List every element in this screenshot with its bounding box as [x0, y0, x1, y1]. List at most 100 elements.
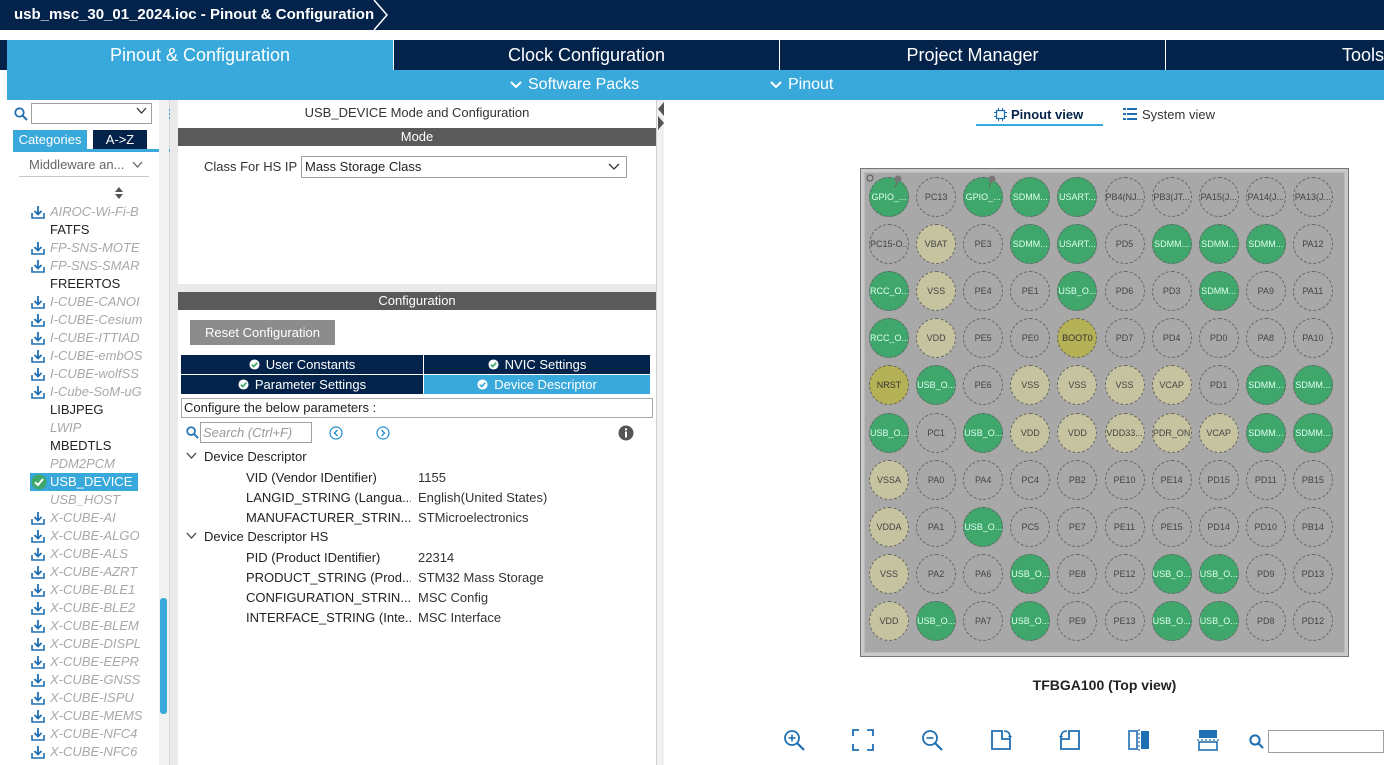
parameter-value[interactable]: MSC Interface	[418, 608, 501, 628]
pin-pe6[interactable]: PE6	[963, 365, 1004, 406]
parameter-row[interactable]: VID (Vendor IDentifier) 1155	[246, 468, 646, 488]
pin-pc5[interactable]: PC5	[1010, 506, 1051, 547]
pin-pc4[interactable]: PC4	[1010, 459, 1051, 500]
sidebar-splitter[interactable]	[170, 100, 178, 765]
pin-pa7[interactable]: PA7	[963, 600, 1004, 641]
parameter-row[interactable]: INTERFACE_STRING (Inte... MSC Interface	[246, 608, 646, 628]
parameter-group[interactable]: Device Descriptor	[204, 449, 307, 464]
pin-pe10[interactable]: PE10	[1104, 459, 1145, 500]
parameter-search-input[interactable]: Search (Ctrl+F)	[200, 422, 312, 443]
pin-pd6[interactable]: PD6	[1104, 271, 1145, 312]
flip-horizontal-icon[interactable]	[1127, 728, 1151, 752]
sidebar-item-mbedtls[interactable]: MBEDTLS	[7, 437, 157, 455]
pin-usb-o[interactable]: USB_O...	[916, 600, 957, 641]
sidebar-item-i-cube-embos[interactable]: I-CUBE-embOS	[7, 347, 157, 365]
pin-sdmm[interactable]: SDMM...	[1292, 365, 1333, 406]
sidebar-item-x-cube-nfc6[interactable]: X-CUBE-NFC6	[7, 743, 157, 761]
info-icon[interactable]	[618, 425, 634, 441]
pin-sdmm[interactable]: SDMM...	[1245, 365, 1286, 406]
pin-rcc-o[interactable]: RCC_O...	[869, 318, 909, 359]
pin-pd8[interactable]: PD8	[1245, 600, 1286, 641]
pin-nrst[interactable]: NRST	[869, 365, 909, 406]
pin-gpio[interactable]: GPIO_...	[963, 177, 1004, 217]
pinout-menu[interactable]: Pinout	[770, 70, 833, 100]
pin-pe1[interactable]: PE1	[1010, 271, 1051, 312]
pin-search-input[interactable]	[1268, 730, 1384, 753]
sidebar-item-i-cube-canoi[interactable]: I-CUBE-CANOI	[7, 293, 157, 311]
sidebar-item-i-cube-som-ug[interactable]: I-Cube-SoM-uG	[7, 383, 157, 401]
zoom-in-icon[interactable]	[782, 728, 806, 752]
pin-pd0[interactable]: PD0	[1198, 318, 1239, 359]
pin-pe14[interactable]: PE14	[1151, 459, 1192, 500]
sidebar-item-fatfs[interactable]: FATFS	[7, 221, 157, 239]
sidebar-search-input[interactable]	[31, 103, 152, 124]
pin-pa11[interactable]: PA11	[1292, 271, 1333, 312]
sidebar-item-x-cube-ble2[interactable]: X-CUBE-BLE2	[7, 599, 157, 617]
sort-icon[interactable]	[114, 186, 124, 200]
sidebar-scrollbar-thumb[interactable]	[160, 598, 167, 714]
pin-pe15[interactable]: PE15	[1151, 506, 1192, 547]
pin-sdmm[interactable]: SDMM...	[1198, 224, 1239, 265]
sidebar-item-x-cube-mems[interactable]: X-CUBE-MEMS	[7, 707, 157, 725]
pin-pd13[interactable]: PD13	[1292, 553, 1333, 594]
sidebar-item-i-cube-wolfss[interactable]: I-CUBE-wolfSS	[7, 365, 157, 383]
sidebar-item-libjpeg[interactable]: LIBJPEG	[7, 401, 157, 419]
pin-pa15-j[interactable]: PA15(J...	[1198, 177, 1239, 217]
parameter-row[interactable]: CONFIGURATION_STRIN... MSC Config	[246, 588, 646, 608]
pin-pc15-o[interactable]: PC15-O...	[869, 224, 909, 265]
pin-pa8[interactable]: PA8	[1245, 318, 1286, 359]
pin-usb-o[interactable]: USB_O...	[1010, 553, 1051, 594]
sidebar-item-freertos[interactable]: FREERTOS	[7, 275, 157, 293]
reset-configuration-button[interactable]: Reset Configuration	[190, 320, 335, 345]
pin-sdmm[interactable]: SDMM...	[1151, 224, 1192, 265]
pin-pe3[interactable]: PE3	[963, 224, 1004, 265]
pin-pe9[interactable]: PE9	[1057, 600, 1098, 641]
tab-clock-configuration[interactable]: Clock Configuration	[394, 40, 780, 70]
sidebar-item-x-cube-ble1[interactable]: X-CUBE-BLE1	[7, 581, 157, 599]
sidebar-item-usb-device[interactable]: USB_DEVICE	[7, 473, 157, 491]
pin-pb2[interactable]: PB2	[1057, 459, 1098, 500]
pin-pa0[interactable]: PA0	[916, 459, 957, 500]
pin-pd10[interactable]: PD10	[1245, 506, 1286, 547]
tab-system-view[interactable]: System view	[1123, 106, 1215, 124]
pin-pd7[interactable]: PD7	[1104, 318, 1145, 359]
pin-pa14-j[interactable]: PA14(J...	[1245, 177, 1286, 217]
zoom-out-icon[interactable]	[920, 728, 944, 752]
pin-usb-o[interactable]: USB_O...	[1198, 553, 1239, 594]
tab-pinout-view[interactable]: Pinout view	[994, 106, 1083, 124]
pin-sdmm[interactable]: SDMM...	[1245, 224, 1286, 265]
tab-device-descriptor[interactable]: Device Descriptor	[424, 375, 650, 394]
sidebar-item-x-cube-blem[interactable]: X-CUBE-BLEM	[7, 617, 157, 635]
parameter-row[interactable]: PID (Product IDentifier) 22314	[246, 548, 646, 568]
sidebar-item-x-cube-gnss[interactable]: X-CUBE-GNSS	[7, 671, 157, 689]
pin-pa2[interactable]: PA2	[916, 553, 957, 594]
parameter-value[interactable]: STM32 Mass Storage	[418, 568, 544, 588]
pin-pd9[interactable]: PD9	[1245, 553, 1286, 594]
pin-pc1[interactable]: PC1	[916, 412, 957, 453]
tab-tools[interactable]: Tools	[1166, 40, 1384, 70]
pin-pa13-j[interactable]: PA13(J...	[1292, 177, 1333, 217]
sidebar-item-lwip[interactable]: LWIP	[7, 419, 157, 437]
pin-gpio[interactable]: GPIO_...	[869, 177, 909, 217]
sidebar-item-x-cube-ai[interactable]: X-CUBE-AI	[7, 509, 157, 527]
pin-pa10[interactable]: PA10	[1292, 318, 1333, 359]
fit-to-screen-icon[interactable]	[851, 728, 875, 752]
tab-a-z[interactable]: A->Z	[93, 130, 147, 149]
pin-usart[interactable]: USART...	[1057, 224, 1098, 265]
parameter-value[interactable]: 1155	[418, 468, 446, 488]
pin-vss[interactable]: VSS	[1104, 365, 1145, 406]
sidebar-item-fp-sns-mote[interactable]: FP-SNS-MOTE	[7, 239, 157, 257]
pin-pd15[interactable]: PD15	[1198, 459, 1239, 500]
pin-pb15[interactable]: PB15	[1292, 459, 1333, 500]
pin-usb-o[interactable]: USB_O...	[1057, 271, 1098, 312]
pin-pdr-on[interactable]: PDR_ON	[1151, 412, 1192, 453]
sidebar-item-airoc-wi-fi-b[interactable]: AIROC-Wi-Fi-B	[7, 203, 157, 221]
pin-sdmm[interactable]: SDMM...	[1010, 224, 1051, 265]
pin-usb-o[interactable]: USB_O...	[1198, 600, 1239, 641]
pin-vdda[interactable]: VDDA	[869, 506, 909, 547]
parameter-value[interactable]: English(United States)	[418, 488, 547, 508]
class-for-hs-ip-select[interactable]: Mass Storage Class	[301, 156, 627, 178]
pin-usart[interactable]: USART...	[1057, 177, 1098, 217]
pin-pb14[interactable]: PB14	[1292, 506, 1333, 547]
pin-vcap[interactable]: VCAP	[1198, 412, 1239, 453]
